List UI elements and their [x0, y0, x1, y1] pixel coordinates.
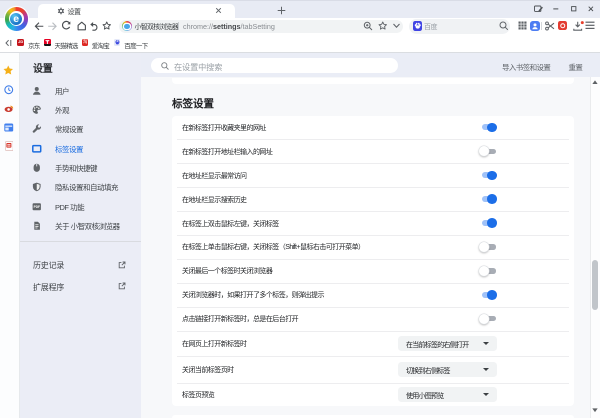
svg-text:PDF: PDF [34, 205, 40, 209]
